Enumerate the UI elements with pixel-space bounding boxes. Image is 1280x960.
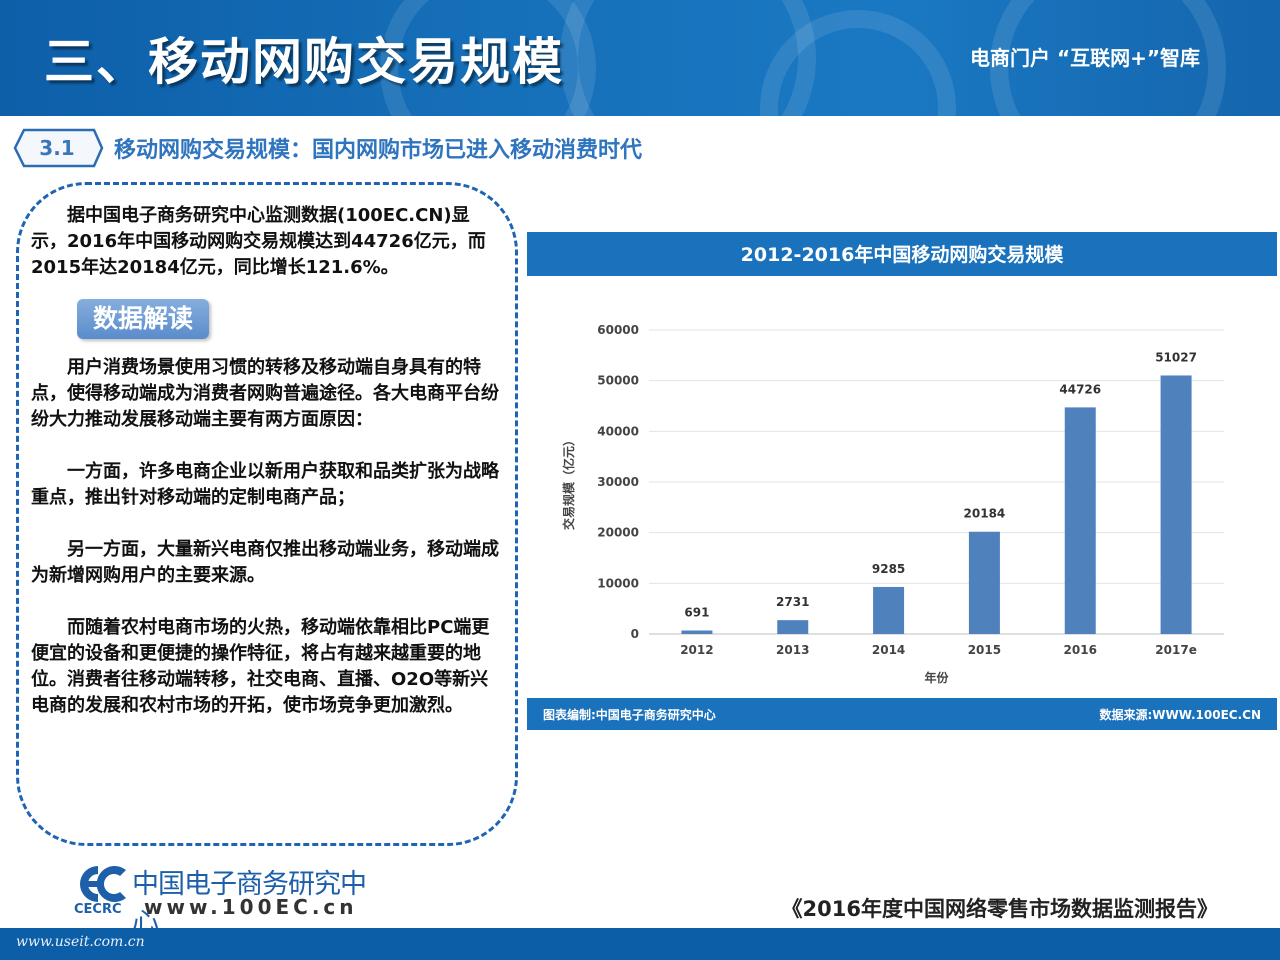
- analysis-paragraph-1: 用户消费场景使用习惯的转移及移动端自身具有的特点，使得移动端成为消费者网购普遍途…: [31, 357, 499, 430]
- data-label: 691: [684, 605, 709, 619]
- cecrc-logo: 中国电子商务研究中心 CECRC www.100EC.cn: [72, 862, 372, 939]
- bar-chart: 0 10000 20000 30000 40000 50000 60000 691 2012 27…: [561, 323, 1224, 685]
- bar: [777, 620, 809, 634]
- logo-url: www.100EC.cn: [144, 895, 358, 919]
- section-title: 移动网购交易规模：国内网购市场已进入移动消费时代: [114, 138, 643, 163]
- bar: [968, 531, 1000, 634]
- footer-bar: www.useit.com.cn: [0, 928, 1280, 960]
- y-tick-label: 50000: [597, 374, 639, 388]
- chart-source-right: 数据来源:WWW.100EC.CN: [1099, 708, 1261, 722]
- section-number: 3.1: [39, 136, 75, 160]
- data-label: 51027: [1155, 350, 1197, 364]
- bar: [681, 630, 713, 634]
- footer-site: www.useit.com.cn: [16, 934, 145, 950]
- data-label: 2731: [776, 595, 809, 609]
- header-tagline: 电商门户 “互联网+”智库: [969, 46, 1200, 70]
- y-tick-label: 20000: [597, 526, 639, 540]
- analysis-paragraph-2: 一方面，许多电商企业以新用户获取和品类扩张为战略重点，推出针对移动端的定制电商产…: [31, 461, 499, 508]
- ec-logo-icon: [80, 866, 126, 902]
- bar: [1160, 375, 1192, 634]
- y-axis-label: 交易规模（亿元）: [561, 434, 576, 530]
- data-label: 20184: [964, 507, 1006, 521]
- logo-abbreviation: CECRC: [74, 902, 122, 917]
- bar: [873, 586, 905, 634]
- x-tick-label: 2013: [776, 643, 809, 657]
- chart-title: 2012-2016年中国移动网购交易规模: [527, 232, 1277, 276]
- x-tick-label: 2015: [968, 643, 1001, 657]
- data-label: 9285: [872, 562, 905, 576]
- analysis-paragraph-4: 而随着农村电商市场的火热，移动端依靠相比PC端更便宜的设备和更便捷的操作特征，将…: [31, 617, 490, 716]
- y-tick-label: 60000: [597, 323, 639, 337]
- data-label: 44726: [1059, 382, 1101, 396]
- chart-panel: 2012-2016年中国移动网购交易规模 0 10000 20000 30000 400…: [527, 232, 1277, 732]
- x-axis-label: 年份: [924, 670, 949, 685]
- x-tick-label: 2017e: [1155, 643, 1197, 657]
- section-heading: 3.1 移动网购交易规模：国内网购市场已进入移动消费时代: [12, 128, 812, 170]
- intro-paragraph: 据中国电子商务研究中心监测数据(100EC.CN)显示，2016年中国移动网购交…: [31, 205, 486, 278]
- y-tick-label: 40000: [597, 424, 639, 438]
- x-tick-label: 2012: [680, 643, 713, 657]
- x-tick-label: 2014: [872, 643, 905, 657]
- chart-source-left: 图表编制:中国电子商务研究中心: [543, 708, 716, 722]
- chart-footer: 图表编制:中国电子商务研究中心 数据来源:WWW.100EC.CN: [527, 698, 1277, 730]
- analysis-textbox: 据中国电子商务研究中心监测数据(100EC.CN)显示，2016年中国移动网购交…: [16, 182, 518, 846]
- page-title: 三、移动网购交易规模: [44, 33, 564, 91]
- y-tick-label: 0: [631, 627, 639, 641]
- data-interpretation-badge: 数据解读: [77, 299, 210, 339]
- y-tick-label: 30000: [597, 475, 639, 489]
- analysis-paragraph-3: 另一方面，大量新兴电商仅推出移动端业务，移动端成为新增网购用户的主要来源。: [31, 539, 499, 586]
- bar: [1064, 407, 1096, 634]
- y-tick-label: 10000: [597, 576, 639, 590]
- report-title: 《2016年度中国网络零售市场数据监测报告》: [781, 897, 1218, 921]
- header-banner: 三、移动网购交易规模 电商门户 “互联网+”智库: [0, 0, 1280, 116]
- x-tick-label: 2016: [1064, 643, 1097, 657]
